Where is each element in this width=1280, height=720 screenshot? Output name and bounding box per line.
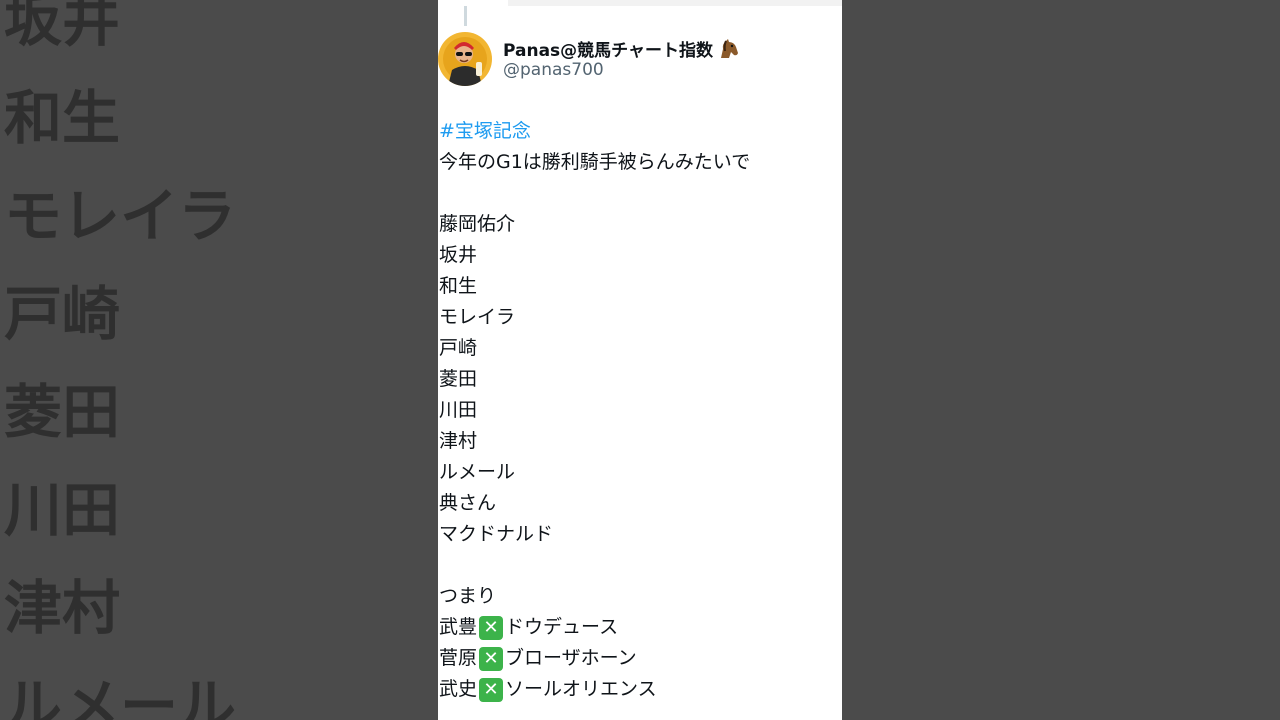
cross-mark-icon: ✕ bbox=[479, 677, 504, 702]
thread-connector-line bbox=[464, 6, 467, 26]
avatar-image bbox=[438, 32, 492, 86]
pair-horse: ドウデュース bbox=[505, 616, 619, 638]
avatar[interactable] bbox=[438, 32, 492, 86]
background-text-line: 菱田 bbox=[4, 378, 121, 446]
background-text-line: ルメール bbox=[4, 672, 237, 720]
jockey-name: 川田 bbox=[439, 399, 478, 421]
user-handle[interactable]: @panas700 bbox=[503, 60, 604, 80]
horse-face-icon bbox=[717, 38, 739, 59]
display-name[interactable]: Panas@競馬チャート指数 bbox=[503, 36, 739, 61]
jockey-name: 和生 bbox=[439, 275, 478, 297]
background-text-line: モレイラ bbox=[4, 182, 237, 250]
hashtag-link[interactable]: #宝塚記念 bbox=[439, 116, 839, 147]
jockey-name: マクドナルド bbox=[439, 523, 554, 545]
pair-jockey: 武豊 bbox=[439, 616, 478, 638]
jockey-name: 戸崎 bbox=[439, 337, 478, 359]
jockey-name: 藤岡佑介 bbox=[439, 213, 516, 235]
jockey-horse-pair: 菅原 ✕ ブローザホーン bbox=[439, 643, 839, 674]
jockey-name: 坂井 bbox=[439, 244, 478, 266]
jockey-name: 津村 bbox=[439, 430, 478, 452]
background-text-line: 戸崎 bbox=[4, 280, 121, 348]
tweet-card: Panas@競馬チャート指数 @panas700 #宝塚記念 今年のG1は勝利騎… bbox=[438, 0, 842, 720]
previous-tweet-edge bbox=[508, 0, 842, 6]
pair-jockey: 武史 bbox=[439, 678, 478, 700]
jockey-name: 菱田 bbox=[439, 368, 478, 390]
background-text-line: 和生 bbox=[4, 84, 121, 152]
jockey-name: 典さん bbox=[439, 492, 497, 514]
jockey-name: ルメール bbox=[439, 461, 516, 483]
background-text-line: 津村 bbox=[4, 574, 121, 642]
display-name-text: Panas@競馬チャート指数 bbox=[503, 41, 713, 61]
pair-horse: ブローザホーン bbox=[505, 647, 637, 669]
pair-horse: ソールオリエンス bbox=[505, 678, 657, 700]
background-blurred-text: 坂井 和生 モレイラ 戸崎 菱田 川田 津村 ルメール bbox=[0, 0, 438, 720]
pair-jockey: 菅原 bbox=[439, 647, 478, 669]
tweet-intro-text: 今年のG1は勝利騎手被らんみたいで bbox=[439, 151, 751, 173]
tweet-body: #宝塚記念 今年のG1は勝利騎手被らんみたいで 藤岡佑介 坂井 和生 モレイラ … bbox=[439, 116, 839, 705]
cross-mark-icon: ✕ bbox=[479, 646, 504, 671]
background-text-line: 坂井 bbox=[4, 0, 121, 54]
jockey-horse-pair: 武豊 ✕ ドウデュース bbox=[439, 612, 839, 643]
jockey-horse-pair: 武史 ✕ ソールオリエンス bbox=[439, 674, 839, 705]
jockey-name: モレイラ bbox=[439, 306, 516, 328]
background-text-line: 川田 bbox=[4, 476, 121, 544]
cross-mark-icon: ✕ bbox=[479, 615, 504, 640]
conclusion-text: つまり bbox=[439, 585, 497, 607]
